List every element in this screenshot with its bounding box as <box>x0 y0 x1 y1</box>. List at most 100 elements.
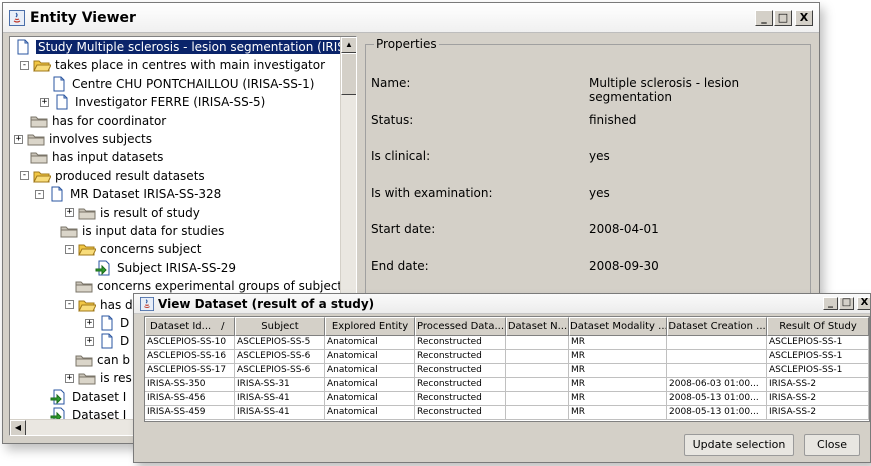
table-row[interactable]: ASCLEPIOS-SS-17 ASCLEPIOS-SS-6 Anatomical R… <box>145 364 869 378</box>
collapse-icon[interactable]: - <box>35 189 44 199</box>
table-cell: Anatomical <box>325 378 415 392</box>
table-cell <box>506 378 569 392</box>
column-header[interactable]: Dataset N... <box>506 317 569 336</box>
tree-node[interactable]: has input datasets <box>30 148 163 166</box>
tree-node[interactable]: + is res <box>65 369 132 387</box>
collapse-icon[interactable]: - <box>20 60 29 70</box>
expand-icon[interactable]: + <box>65 373 74 383</box>
tree-node[interactable]: - MR Dataset IRISA-SS-328 <box>35 185 221 203</box>
table-cell: MR <box>569 364 667 378</box>
table-row[interactable]: ASCLEPIOS-SS-10 ASCLEPIOS-SS-5 Anatomical R… <box>145 336 869 350</box>
table-cell <box>506 406 569 420</box>
tree-node[interactable]: + involves subjects <box>14 130 152 148</box>
minimize-button[interactable]: _ <box>755 10 773 26</box>
link-icon <box>50 389 68 405</box>
folder-closed-icon <box>75 278 93 294</box>
tree-node[interactable]: Study Multiple sclerosis - lesion segmen… <box>14 38 342 56</box>
column-header[interactable]: Processed Data... <box>415 317 506 336</box>
collapse-icon[interactable]: - <box>20 171 29 181</box>
table-row[interactable]: IRISA-SS-350 IRISA-SS-31 Anatomical Reconst… <box>145 378 869 392</box>
column-header-label: Dataset Modality ... <box>570 321 667 332</box>
column-header[interactable]: Subject <box>235 317 325 336</box>
tree-node-label: has input datasets <box>52 150 164 165</box>
expand-icon[interactable]: + <box>85 336 94 346</box>
table-row[interactable]: IRISA-SS-456 IRISA-SS-41 Anatomical Reconst… <box>145 392 869 406</box>
table-cell <box>506 336 569 350</box>
table-cell: ASCLEPIOS-SS-17 <box>145 364 235 378</box>
tree-node[interactable]: Centre CHU PONTCHAILLOU (IRISA-SS-1) <box>50 75 314 93</box>
tree-node[interactable]: + D <box>85 332 129 350</box>
tree-node[interactable]: has for coordinator <box>30 112 166 130</box>
column-header[interactable]: Dataset Id... / <box>145 317 235 336</box>
property-value: finished <box>589 113 637 127</box>
table-cell: MR <box>569 336 667 350</box>
column-header[interactable]: Dataset Creation ... <box>667 317 767 336</box>
document-icon <box>14 39 32 55</box>
dialog-close-button[interactable]: X <box>857 297 870 310</box>
tree-node[interactable]: can b <box>75 351 130 369</box>
link-icon <box>95 260 113 276</box>
scroll-up-icon[interactable]: ▲ <box>341 37 356 53</box>
property-row: Is with examination: yes <box>371 186 811 204</box>
dialog-maximize-button[interactable]: □ <box>839 297 854 310</box>
table-cell: ASCLEPIOS-SS-16 <box>145 350 235 364</box>
collapse-icon[interactable]: - <box>65 244 74 254</box>
property-key: Is with examination: <box>371 186 493 200</box>
column-header[interactable]: Result Of Study <box>767 317 869 336</box>
table-header: Dataset Id... / Subject Explored Entity Proc… <box>145 317 869 336</box>
column-header[interactable]: Explored Entity <box>325 317 415 336</box>
tree-node[interactable]: - takes place in centres with main invest… <box>20 56 325 74</box>
property-row: Status: finished <box>371 113 811 131</box>
property-key: Start date: <box>371 222 436 236</box>
folder-closed-icon <box>30 113 48 129</box>
table-row[interactable]: IRISA-SS-459 IRISA-SS-41 Anatomical Reconst… <box>145 406 869 420</box>
table-cell: ASCLEPIOS-SS-6 <box>235 364 325 378</box>
expand-icon[interactable]: + <box>85 318 94 328</box>
column-header[interactable]: Dataset Modality ... <box>569 317 667 336</box>
table-cell: MR <box>569 406 667 420</box>
scroll-left-icon[interactable]: ◀ <box>10 420 26 435</box>
dialog-title-bar[interactable]: View Dataset (result of a study) _ □ X <box>134 294 870 314</box>
dialog-minimize-button[interactable]: _ <box>823 297 838 310</box>
tree-node-label: Investigator FERRE (IRISA-SS-5) <box>75 95 266 110</box>
scroll-thumb[interactable] <box>341 53 356 95</box>
folder-closed-icon <box>78 205 96 221</box>
close-dialog-button[interactable]: Close <box>804 434 860 456</box>
tree-node[interactable]: + D <box>85 314 129 332</box>
property-value: 2008-09-30 <box>589 259 659 273</box>
column-header-label: Subject <box>261 321 299 332</box>
tree-node[interactable]: Dataset I <box>50 406 126 420</box>
tree-node[interactable]: - produced result datasets <box>20 167 205 185</box>
title-bar[interactable]: Entity Viewer _ □ X <box>3 3 819 33</box>
table-cell: IRISA-SS-41 <box>235 392 325 406</box>
column-header-label: Result Of Study <box>779 321 857 332</box>
tree-node-label: produced result datasets <box>55 168 205 183</box>
tree-node-label: Dataset I <box>72 389 127 404</box>
close-button[interactable]: X <box>795 10 813 26</box>
document-icon <box>53 94 71 110</box>
property-key: Status: <box>371 113 414 127</box>
collapse-icon[interactable]: - <box>65 300 74 310</box>
property-value: Multiple sclerosis - lesion segmentation <box>589 76 740 104</box>
tree-node[interactable]: - has d <box>65 296 133 314</box>
table-row[interactable]: ASCLEPIOS-SS-16 ASCLEPIOS-SS-6 Anatomical R… <box>145 350 869 364</box>
table-cell: ASCLEPIOS-SS-10 <box>145 336 235 350</box>
column-header-label: Explored Entity <box>331 321 409 332</box>
tree-node[interactable]: + Investigator FERRE (IRISA-SS-5) <box>40 93 265 111</box>
table-cell: Anatomical <box>325 392 415 406</box>
tree-node[interactable]: Subject IRISA-SS-29 <box>95 259 236 277</box>
update-selection-button[interactable]: Update selection <box>684 434 794 456</box>
tree-node[interactable]: + is result of study <box>65 204 200 222</box>
table-cell: MR <box>569 392 667 406</box>
expand-icon[interactable]: + <box>65 208 74 218</box>
tree-node-label: is res <box>100 371 132 386</box>
tree-node[interactable]: - concerns subject <box>65 240 201 258</box>
tree-node[interactable]: Dataset I <box>50 388 126 406</box>
expand-icon[interactable]: + <box>40 97 49 107</box>
property-row: End date: 2008-09-30 <box>371 259 811 277</box>
expand-icon[interactable]: + <box>14 134 23 144</box>
maximize-button[interactable]: □ <box>774 10 792 26</box>
tree-node[interactable]: is input data for studies <box>60 222 224 240</box>
table-cell: IRISA-SS-2 <box>767 406 869 420</box>
table-cell: IRISA-SS-2 <box>767 378 869 392</box>
